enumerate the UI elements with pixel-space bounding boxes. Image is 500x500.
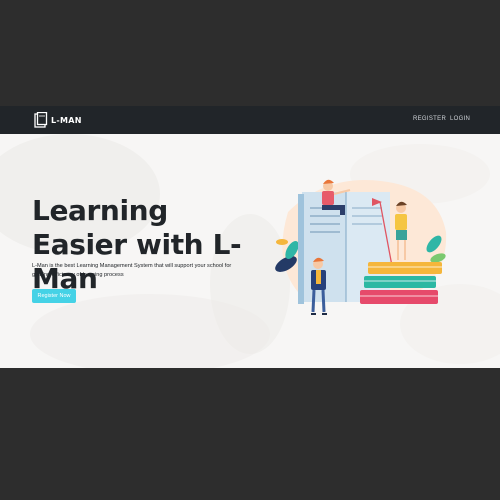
hero-title: Learning Easier with L-Man bbox=[32, 194, 242, 295]
students-books-illustration bbox=[275, 179, 447, 315]
nav-register-link[interactable]: REGISTER bbox=[413, 116, 446, 122]
brand[interactable]: L-MAN bbox=[34, 112, 82, 128]
brand-name: L-MAN bbox=[51, 115, 82, 125]
hero-section: Learning Easier with L-Man L-Man is the … bbox=[0, 134, 500, 368]
nav-login-link[interactable]: LOGIN bbox=[450, 116, 470, 122]
register-now-button[interactable]: Register Now bbox=[32, 289, 76, 303]
navbar: L-MAN REGISTER LOGIN bbox=[0, 106, 500, 134]
book-logo-icon bbox=[34, 112, 48, 128]
hero-subtitle: L-Man is the best Learning Management Sy… bbox=[32, 263, 232, 278]
